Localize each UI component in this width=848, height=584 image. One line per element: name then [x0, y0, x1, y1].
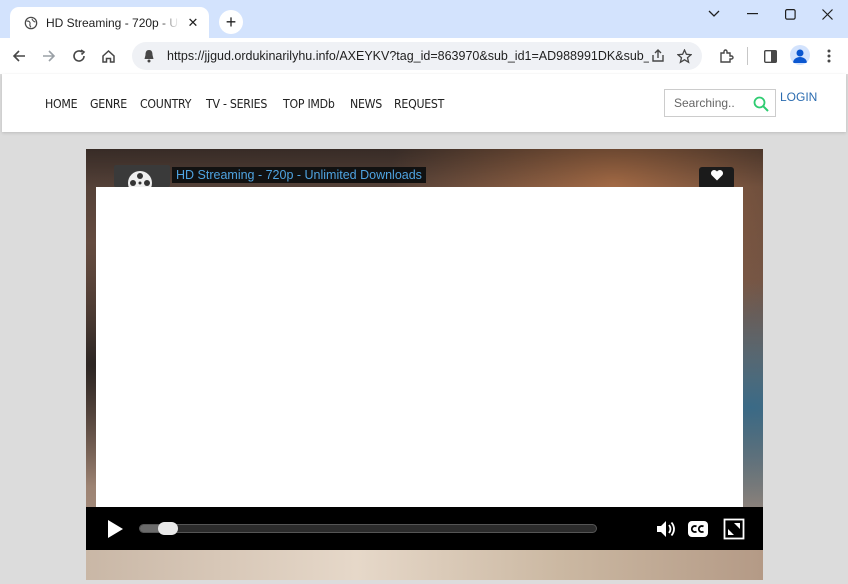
white-overlay-panel[interactable] [96, 187, 743, 508]
forward-icon[interactable] [38, 45, 60, 67]
star-icon[interactable] [675, 47, 693, 65]
close-icon[interactable]: ✕ [185, 15, 201, 31]
nav-news[interactable]: NEWS [350, 96, 382, 111]
maximize-icon[interactable] [775, 4, 805, 24]
plus-icon[interactable]: + [219, 10, 243, 34]
home-icon[interactable] [97, 45, 119, 67]
volume-icon[interactable] [655, 518, 677, 540]
nav-home[interactable]: HOME [45, 96, 78, 111]
browser-tab[interactable]: HD Streaming - 720p - Unlimited Download… [10, 7, 209, 38]
login-link[interactable]: LOGIN [780, 90, 817, 104]
search-input[interactable] [674, 96, 750, 110]
search-box [664, 89, 776, 117]
extensions-icon[interactable] [715, 45, 737, 67]
cc-icon[interactable] [687, 518, 709, 540]
minimize-icon[interactable] [738, 4, 768, 24]
nav-genre[interactable]: GENRE [90, 96, 127, 111]
chevron-down-icon[interactable] [699, 4, 729, 24]
browser-toolbar: https://jjgud.ordukinarilyhu.info/AXEYKV… [0, 38, 848, 74]
fullscreen-icon[interactable] [723, 518, 745, 540]
tab-strip: HD Streaming - 720p - Unlimited Download… [0, 0, 848, 38]
kebab-menu-icon[interactable] [818, 45, 840, 67]
channel-badge [114, 165, 170, 195]
share-icon[interactable] [649, 47, 667, 65]
progress-thumb[interactable] [158, 522, 178, 535]
address-bar[interactable]: https://jjgud.ordukinarilyhu.info/AXEYKV… [132, 42, 702, 70]
toolbar-divider [747, 47, 748, 65]
video-title[interactable]: HD Streaming - 720p - Unlimited Download… [172, 167, 426, 183]
profile-icon[interactable] [790, 45, 810, 65]
url-text[interactable]: https://jjgud.ordukinarilyhu.info/AXEYKV… [167, 49, 649, 63]
tab-title: HD Streaming - 720p - Unlimited Download… [46, 15, 179, 30]
sidepanel-icon[interactable] [759, 45, 781, 67]
video-frame-background [86, 550, 763, 580]
site-header: HOME GENRE COUNTRY TV - SERIES TOP IMDb … [2, 74, 846, 132]
globe-icon [24, 16, 38, 29]
player-controls [86, 507, 763, 550]
nav-country[interactable]: COUNTRY [140, 96, 191, 111]
play-icon[interactable] [104, 518, 126, 540]
heart-icon[interactable] [699, 167, 734, 189]
main-nav: HOME GENRE COUNTRY TV - SERIES TOP IMDb … [45, 96, 459, 111]
progress-bar[interactable] [139, 522, 597, 535]
back-icon[interactable] [8, 45, 30, 67]
search-icon[interactable] [753, 96, 769, 112]
nav-top-imdb[interactable]: TOP IMDb [283, 96, 335, 111]
bell-icon[interactable] [141, 48, 157, 64]
nav-tv-series[interactable]: TV - SERIES [206, 96, 267, 111]
reload-icon[interactable] [68, 45, 90, 67]
video-player[interactable]: HD Streaming - 720p - Unlimited Download… [86, 149, 763, 580]
nav-request[interactable]: REQUEST [394, 96, 444, 111]
window-close-icon[interactable] [812, 4, 842, 24]
